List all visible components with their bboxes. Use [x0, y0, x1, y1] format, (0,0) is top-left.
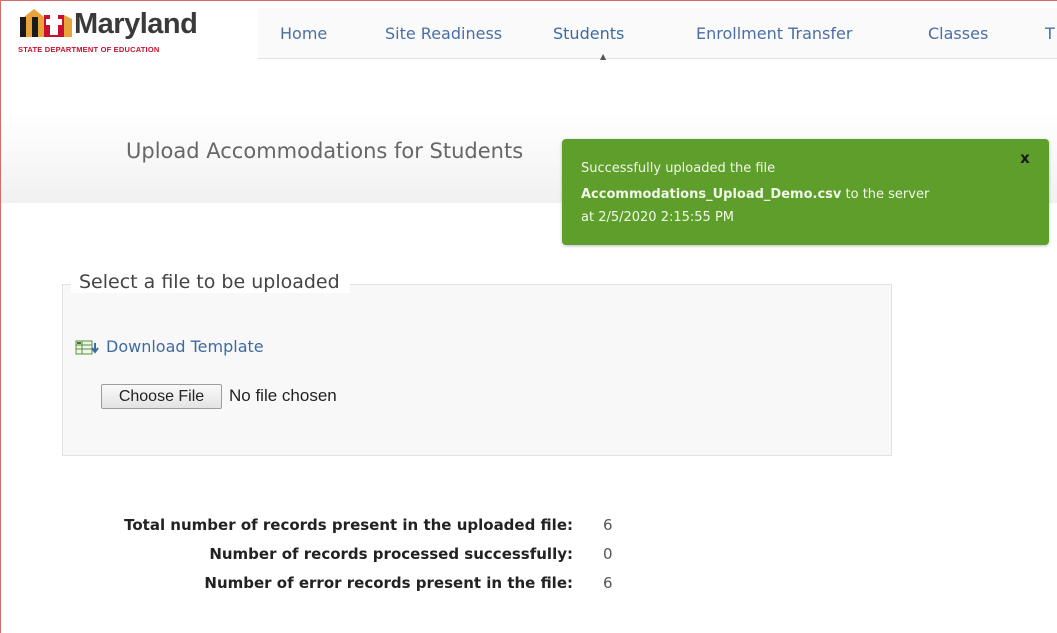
logo-name: Maryland — [74, 8, 198, 40]
close-icon[interactable]: x — [1016, 149, 1034, 167]
nav-item-home[interactable]: Home — [280, 24, 327, 43]
error-records-value: 6 — [603, 574, 613, 592]
window-frame-top — [0, 0, 1057, 1]
toast-message-suffix: to the server — [841, 187, 930, 202]
main-nav: Home Site Readiness Students ▲ Enrollmen… — [258, 8, 1057, 61]
page-title: Upload Accommodations for Students — [126, 139, 524, 163]
toast-message-line1: Successfully uploaded the file — [581, 161, 776, 176]
toast-message-line2: Accommodations_Upload_Demo.csv to the se… — [581, 187, 929, 202]
active-nav-caret-icon: ▲ — [600, 52, 607, 61]
spreadsheet-download-icon[interactable] — [75, 338, 101, 356]
nav-item-enrollment-transfer[interactable]: Enrollment Transfer — [696, 24, 852, 43]
error-records-label: Number of error records present in the f… — [204, 574, 573, 592]
nav-item-students[interactable]: Students — [553, 24, 624, 43]
upload-success-toast: Successfully uploaded the file Accommoda… — [562, 139, 1049, 245]
toast-timestamp: at 2/5/2020 2:15:55 PM — [581, 210, 735, 225]
maryland-flag-icon — [20, 9, 72, 37]
msde-logo[interactable]: Maryland STATE DEPARTMENT OF EDUCATION — [16, 4, 236, 60]
logo-subtitle: STATE DEPARTMENT OF EDUCATION — [18, 45, 160, 54]
file-status-text: No file chosen — [229, 386, 337, 405]
upload-fieldset — [62, 284, 892, 456]
processed-records-value: 0 — [603, 545, 613, 563]
processed-records-label: Number of records processed successfully… — [209, 545, 573, 563]
download-template-link[interactable]: Download Template — [106, 337, 264, 356]
total-records-value: 6 — [603, 516, 613, 534]
upload-fieldset-legend: Select a file to be uploaded — [71, 271, 350, 293]
nav-item-truncated[interactable]: T — [1045, 24, 1055, 43]
total-records-label: Total number of records present in the u… — [124, 516, 573, 534]
window-frame-left — [0, 0, 1, 633]
nav-item-classes[interactable]: Classes — [928, 24, 988, 43]
nav-item-site-readiness[interactable]: Site Readiness — [385, 24, 502, 43]
choose-file-button[interactable]: Choose File — [101, 384, 222, 409]
toast-filename: Accommodations_Upload_Demo.csv — [581, 187, 842, 202]
